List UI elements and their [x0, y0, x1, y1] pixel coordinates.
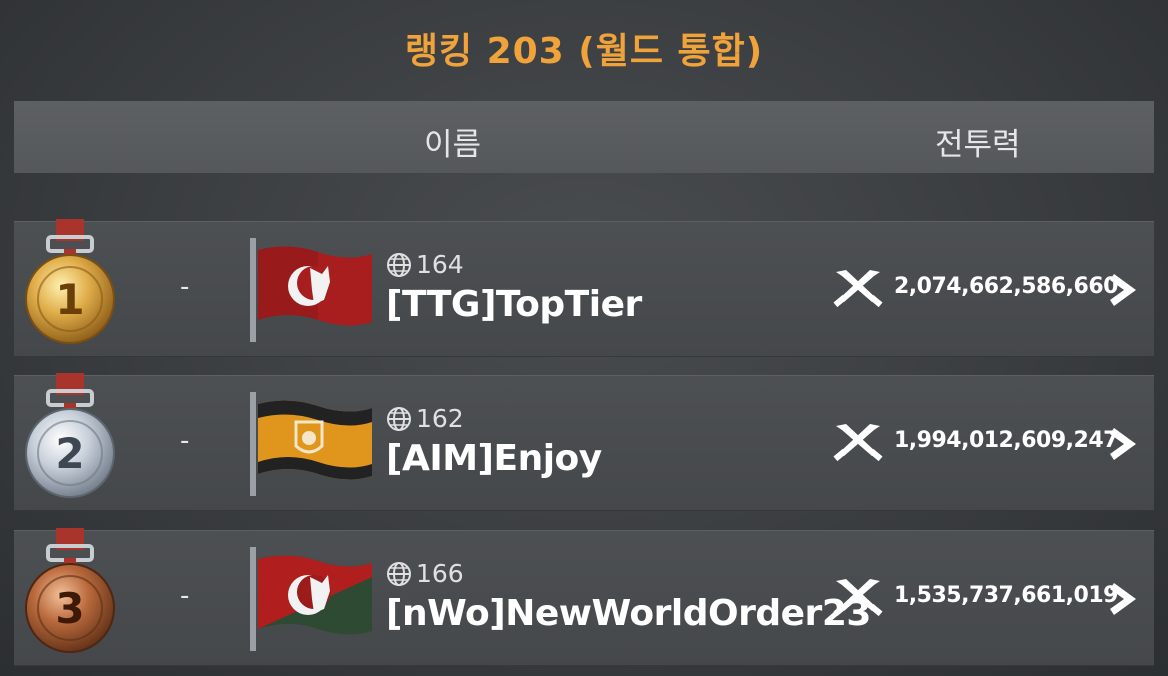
- crossed-swords-icon: [833, 579, 883, 617]
- ranking-row[interactable]: 1 - 164 [TTG]TopTier 2,074,662,586,660: [14, 219, 1154, 357]
- chevron-right-icon[interactable]: [1108, 270, 1142, 310]
- combat-power-value: 2,074,662,586,660: [894, 274, 1118, 299]
- silver-medal-icon: 2: [25, 373, 115, 498]
- alliance-flag-icon: [250, 238, 372, 342]
- rank-change: -: [180, 426, 190, 456]
- crossed-swords-icon: [833, 270, 883, 308]
- server-info: 166: [386, 559, 464, 588]
- player-name: [TTG]TopTier: [386, 284, 642, 325]
- chevron-right-icon[interactable]: [1108, 579, 1142, 619]
- rank-number: 2: [55, 429, 84, 478]
- gold-medal-icon: 1: [25, 219, 115, 344]
- crossed-swords-icon: [833, 424, 883, 462]
- rank-number: 3: [55, 584, 84, 633]
- server-number: 162: [416, 404, 464, 433]
- server-number: 164: [416, 250, 464, 279]
- bronze-medal-icon: 3: [25, 528, 115, 653]
- globe-icon: [387, 406, 411, 431]
- page-title: 랭킹 203 (월드 통합): [404, 31, 764, 72]
- rank-change: -: [180, 581, 190, 611]
- ranking-row[interactable]: 3 - 166 [nWo]NewWorldOrder23 1,535,737,6…: [14, 528, 1154, 666]
- power-column-header: 전투력: [935, 127, 1021, 163]
- ranking-table-header: 이름 전투력: [14, 101, 1154, 173]
- globe-icon: [387, 561, 411, 586]
- server-number: 166: [416, 559, 464, 588]
- rank-number: 1: [55, 275, 84, 324]
- alliance-flag-icon: [250, 392, 372, 496]
- server-info: 164: [386, 250, 464, 279]
- combat-power-value: 1,535,737,661,019: [894, 583, 1118, 608]
- player-name: [nWo]NewWorldOrder23: [386, 593, 871, 634]
- alliance-flag-icon: [250, 547, 372, 651]
- rank-change: -: [180, 272, 190, 302]
- name-column-header: 이름: [424, 127, 482, 163]
- ranking-row[interactable]: 2 - 162 [AIM]Enjoy 1,994,012,609,247: [14, 373, 1154, 511]
- server-info: 162: [386, 404, 464, 433]
- globe-icon: [387, 252, 411, 277]
- chevron-right-icon[interactable]: [1108, 424, 1142, 464]
- combat-power-value: 1,994,012,609,247: [894, 428, 1118, 453]
- player-name: [AIM]Enjoy: [386, 438, 602, 479]
